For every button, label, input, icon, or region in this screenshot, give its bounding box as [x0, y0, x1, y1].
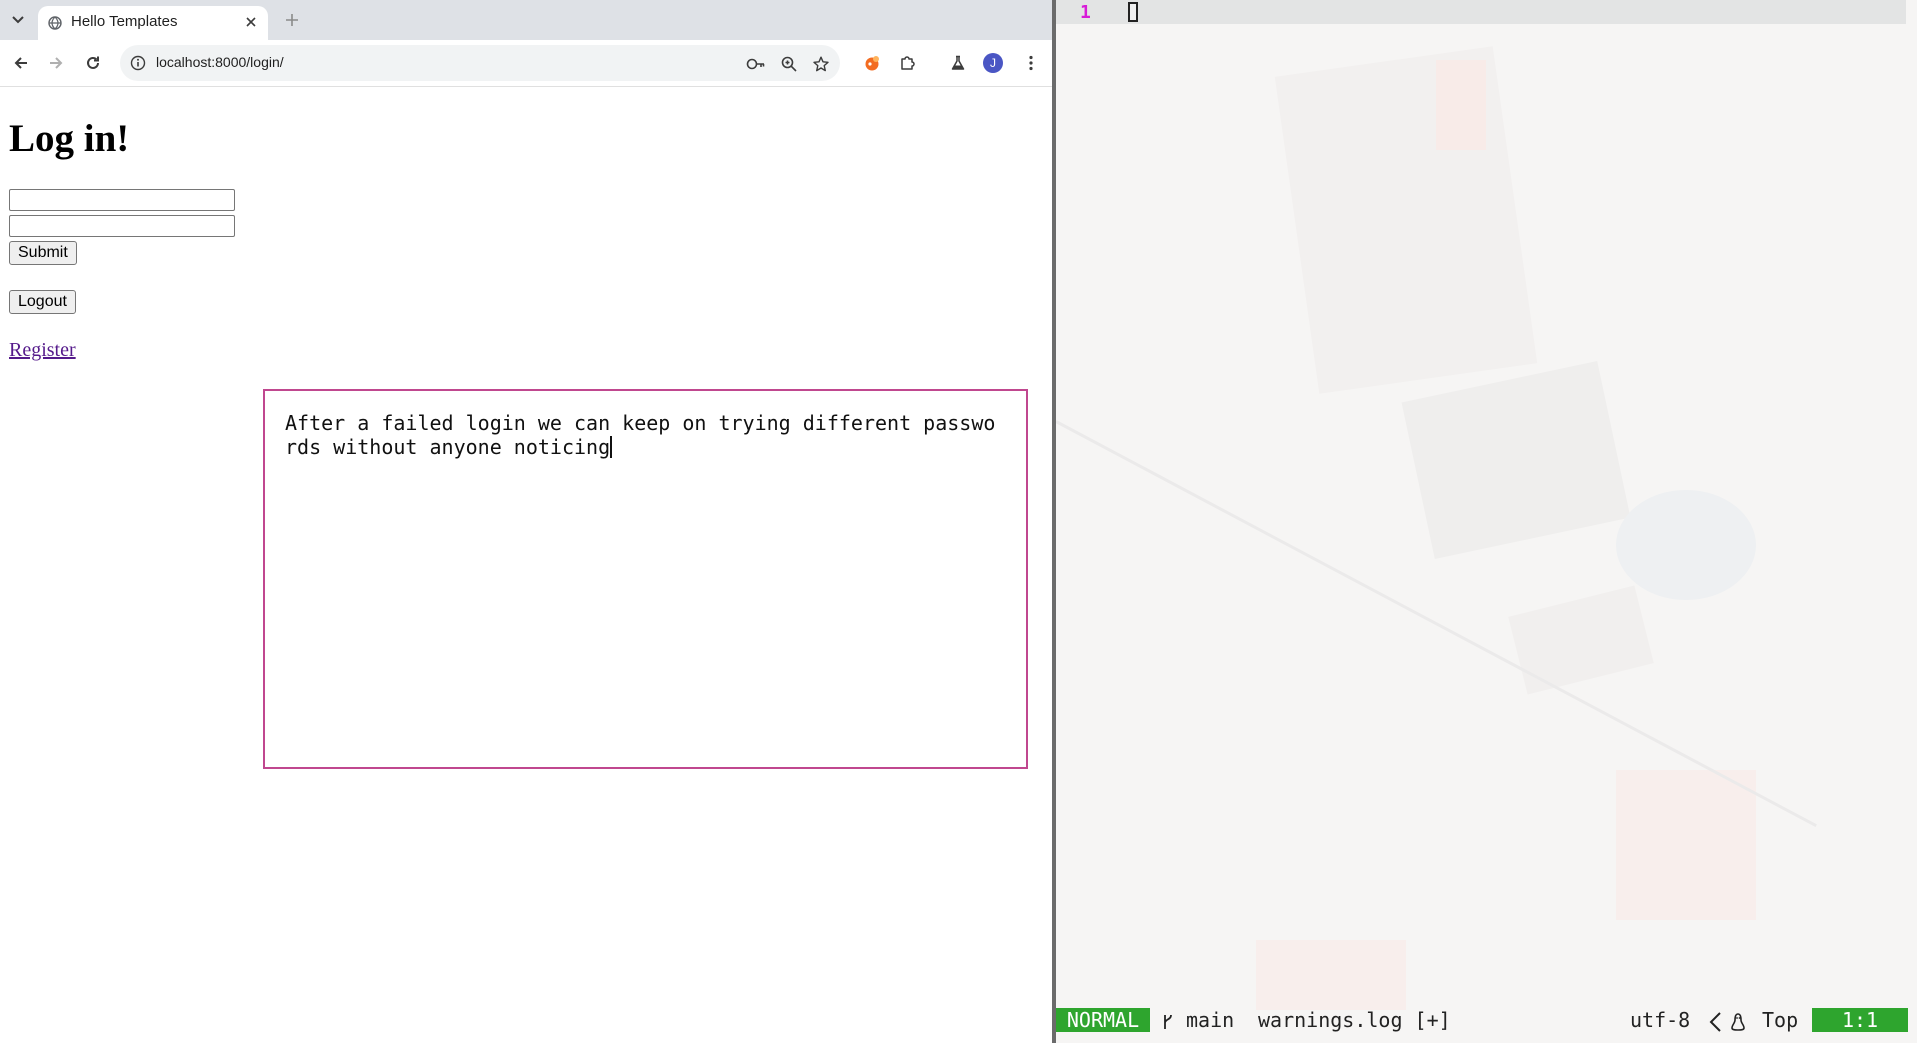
background-shape: [1616, 490, 1756, 600]
file-name: warnings.log [+]: [1258, 1008, 1451, 1032]
line-number: 1: [1080, 2, 1091, 23]
extension-button[interactable]: [859, 50, 885, 76]
background-shape: [1436, 60, 1486, 150]
arrow-right-icon: [50, 57, 63, 69]
scroll-position: Top: [1762, 1008, 1799, 1032]
file-encoding: utf-8: [1630, 1008, 1691, 1032]
key-icon: [746, 58, 765, 70]
tab-search-button[interactable]: [8, 8, 28, 32]
linux-icon: [1730, 1008, 1746, 1032]
bookmark-button[interactable]: [810, 53, 832, 75]
forward-button[interactable]: [43, 50, 69, 76]
puzzle-icon: [901, 56, 915, 70]
browser-menu-button[interactable]: [1018, 50, 1044, 76]
register-link[interactable]: Register: [9, 339, 76, 362]
block-cursor: [1128, 2, 1138, 22]
chevron-left-icon: [1708, 1008, 1722, 1032]
extensions-menu-button[interactable]: [894, 50, 920, 76]
background-shape: [1274, 46, 1538, 394]
page-title: Log in!: [9, 117, 130, 160]
close-tab-button[interactable]: [242, 13, 260, 31]
git-branch-icon: [1162, 1008, 1174, 1032]
background-shape: [1401, 360, 1631, 560]
profile-button[interactable]: J: [980, 50, 1006, 76]
address-bar[interactable]: localhost:8000/login/: [120, 45, 840, 81]
background-shape: [1508, 585, 1654, 695]
reload-icon: [87, 56, 99, 69]
chevron-down-icon: [12, 16, 24, 24]
background-shape: [1616, 770, 1756, 920]
new-tab-button[interactable]: [280, 8, 304, 32]
browser-toolbar: localhost:8000/login/ J: [0, 40, 1052, 87]
plus-icon: [286, 14, 298, 26]
extension-badge-icon: [865, 56, 879, 71]
tab-strip: Hello Templates: [0, 0, 1052, 40]
submit-button[interactable]: Submit: [9, 241, 77, 265]
mode-indicator: NORMAL: [1056, 1008, 1150, 1032]
info-icon[interactable]: [130, 55, 146, 71]
password-input[interactable]: [9, 215, 235, 237]
avatar: J: [983, 53, 1003, 73]
url-text[interactable]: localhost:8000/login/: [156, 54, 284, 70]
flask-icon: [951, 55, 965, 70]
note-textbox[interactable]: After a failed login we can keep on tryi…: [263, 389, 1028, 769]
cursor-position: 1:1: [1812, 1008, 1908, 1032]
editor-pane[interactable]: 1 NORMAL main warnings.log [+] utf-8 Top…: [1056, 0, 1917, 1043]
browser-tab[interactable]: Hello Templates: [38, 6, 268, 40]
back-button[interactable]: [8, 50, 34, 76]
tab-title: Hello Templates: [71, 13, 178, 30]
username-input[interactable]: [9, 189, 235, 211]
labs-button[interactable]: [945, 50, 971, 76]
arrow-left-icon: [14, 57, 27, 69]
background-shape: [1256, 940, 1406, 1010]
more-vertical-icon: [1029, 55, 1033, 71]
git-branch-name: main: [1186, 1008, 1235, 1032]
reload-button[interactable]: [80, 50, 106, 76]
close-icon: [246, 17, 256, 27]
status-line: NORMAL main warnings.log [+] utf-8 Top 1…: [1056, 1008, 1917, 1032]
browser-window: Hello Templates localhost:8000/login/ J …: [0, 0, 1052, 1043]
web-page: Log in! Submit Logout Register After a f…: [0, 87, 1052, 1043]
text-cursor: [610, 436, 613, 458]
note-text: After a failed login we can keep on tryi…: [285, 411, 996, 459]
globe-icon: [48, 16, 62, 30]
zoom-icon: [781, 56, 797, 72]
star-icon: [813, 56, 829, 72]
password-key-button[interactable]: [745, 53, 767, 75]
logout-button[interactable]: Logout: [9, 290, 76, 314]
cursor-line: [1056, 0, 1906, 24]
zoom-button[interactable]: [778, 53, 800, 75]
